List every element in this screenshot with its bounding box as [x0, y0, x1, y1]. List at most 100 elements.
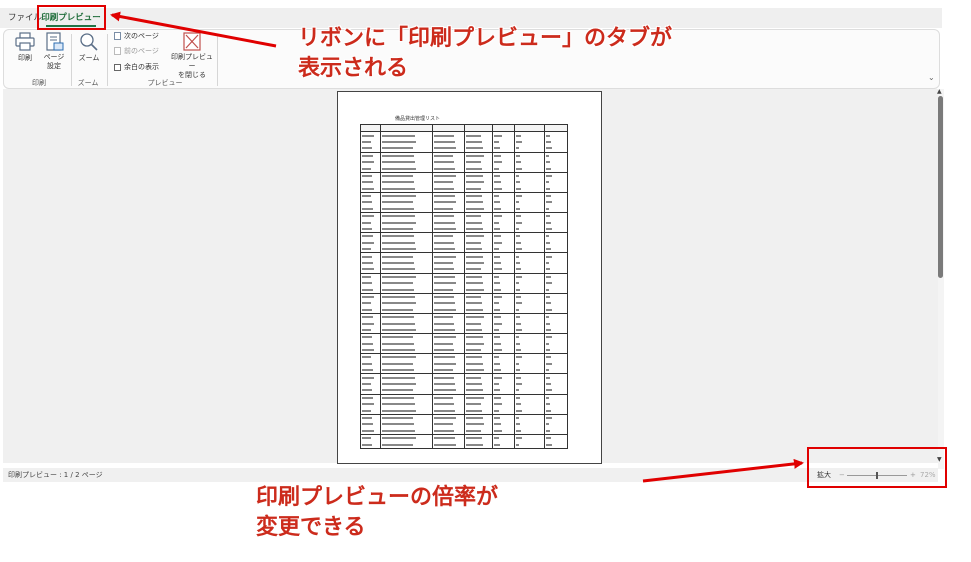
- cell-text-placeholder: [434, 295, 454, 298]
- table-cell: [432, 145, 465, 153]
- table-cell: [492, 353, 515, 361]
- table-cell: [432, 171, 465, 180]
- table-cell: [514, 393, 545, 402]
- scroll-up-icon[interactable]: ▲: [937, 88, 942, 95]
- table-cell: [514, 131, 545, 139]
- scrollbar-thumb[interactable]: [938, 96, 943, 278]
- cell-text-placeholder: [516, 349, 521, 352]
- cell-text-placeholder: [466, 228, 483, 231]
- table-cell: [360, 441, 381, 449]
- page-setup-icon: [46, 32, 64, 51]
- table-cell: [544, 165, 568, 173]
- cell-text-placeholder: [494, 349, 502, 352]
- document-title: 備品貸出管理リスト: [395, 116, 441, 122]
- cell-text-placeholder: [516, 207, 520, 210]
- prev-page-button[interactable]: 前のページ: [114, 46, 159, 57]
- checkbox-box: [114, 63, 121, 71]
- cell-text-placeholder: [466, 275, 482, 278]
- cell-text-placeholder: [516, 221, 522, 224]
- page-setup-button[interactable]: ページ 設定: [40, 32, 68, 74]
- cell-text-placeholder: [466, 262, 484, 264]
- cell-text-placeholder: [362, 369, 373, 372]
- table-cell: [492, 266, 515, 274]
- table-cell: [544, 145, 568, 153]
- table-row: [360, 292, 568, 301]
- cell-text-placeholder: [546, 369, 549, 372]
- table-cell: [432, 212, 465, 220]
- cell-text-placeholder: [494, 383, 499, 386]
- print-button[interactable]: 印刷: [12, 32, 38, 72]
- table-cell: [544, 266, 568, 274]
- table-cell: [544, 252, 568, 260]
- table-cell: [360, 387, 381, 395]
- cell-text-placeholder: [362, 389, 372, 392]
- table-cell: [544, 393, 568, 402]
- table-row: [360, 312, 568, 321]
- cell-text-placeholder: [546, 437, 551, 440]
- cell-text-placeholder: [546, 181, 549, 184]
- group-separator: [107, 34, 108, 86]
- cell-text-placeholder: [466, 147, 483, 150]
- cell-text-placeholder: [546, 228, 552, 231]
- cell-text-placeholder: [494, 322, 502, 325]
- cell-text-placeholder: [382, 316, 414, 319]
- cell-text-placeholder: [382, 181, 414, 184]
- cell-text-placeholder: [362, 187, 374, 190]
- cell-text-placeholder: [382, 409, 416, 412]
- cell-text-placeholder: [516, 302, 522, 305]
- table-cell: [432, 292, 465, 301]
- cell-text-placeholder: [362, 349, 374, 352]
- cell-text-placeholder: [466, 369, 484, 372]
- cell-text-placeholder: [382, 376, 415, 379]
- cell-text-placeholder: [434, 328, 455, 331]
- table-cell: [492, 407, 515, 415]
- cell-text-placeholder: [466, 383, 482, 386]
- zoom-button[interactable]: ズーム: [76, 32, 102, 72]
- table-cell: [360, 433, 381, 442]
- table-row: [360, 272, 568, 280]
- cell-text-placeholder: [546, 167, 551, 170]
- cell-text-placeholder: [382, 275, 416, 278]
- close-preview-button[interactable]: 印刷プレビュー を閉じる: [168, 32, 216, 79]
- table-cell: [380, 145, 433, 153]
- cell-text-placeholder: [494, 443, 500, 446]
- cell-text-placeholder: [546, 140, 551, 143]
- table-cell: [492, 185, 515, 193]
- cell-text-placeholder: [382, 389, 413, 392]
- cell-text-placeholder: [516, 336, 519, 339]
- next-page-button[interactable]: 次のページ: [114, 31, 159, 42]
- table-cell: [360, 326, 381, 334]
- cell-text-placeholder: [516, 416, 519, 419]
- cell-text-placeholder: [494, 134, 502, 137]
- show-margins-checkbox[interactable]: 余白の表示: [114, 62, 159, 73]
- cell-text-placeholder: [466, 201, 483, 204]
- cell-text-placeholder: [516, 167, 522, 170]
- cell-text-placeholder: [434, 396, 453, 399]
- table-row: [360, 393, 568, 402]
- cell-text-placeholder: [434, 383, 455, 386]
- table-cell: [492, 427, 515, 435]
- table-cell: [492, 393, 515, 402]
- cell-text-placeholder: [494, 389, 500, 392]
- table-row: [360, 212, 568, 220]
- cell-text-placeholder: [516, 362, 519, 365]
- ribbon-collapse-chevron-icon[interactable]: ⌄: [928, 73, 935, 82]
- cell-text-placeholder: [516, 134, 521, 137]
- table-cell: [514, 205, 545, 213]
- cell-text-placeholder: [494, 342, 501, 345]
- cell-text-placeholder: [362, 201, 372, 204]
- cell-text-placeholder: [494, 376, 502, 379]
- table-header-row: [360, 123, 568, 133]
- cell-text-placeholder: [466, 356, 482, 359]
- status-bar: [3, 468, 938, 482]
- cell-text-placeholder: [494, 403, 502, 406]
- table-cell: [432, 441, 465, 449]
- cell-text-placeholder: [362, 154, 373, 157]
- cell-text-placeholder: [466, 134, 481, 137]
- cell-text-placeholder: [382, 308, 413, 311]
- cell-text-placeholder: [382, 429, 415, 432]
- table-cell: [514, 427, 545, 435]
- table-cell: [514, 272, 545, 280]
- table-cell: [514, 151, 545, 159]
- table-cell: [544, 346, 568, 354]
